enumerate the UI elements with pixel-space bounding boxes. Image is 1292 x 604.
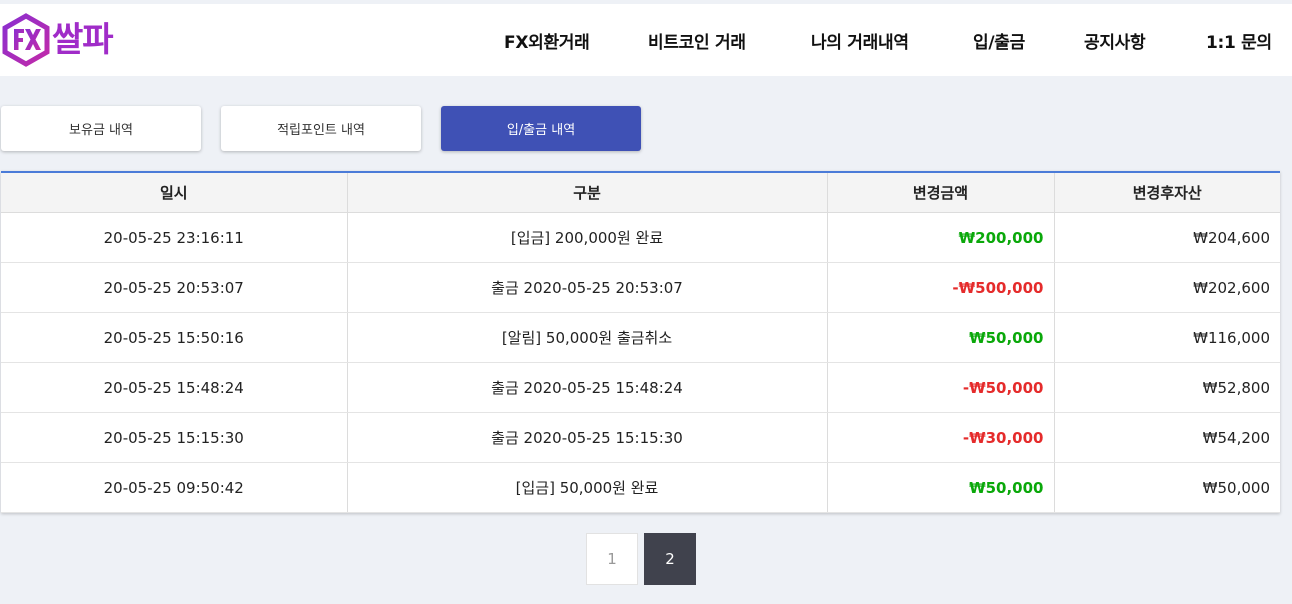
cell-balance: ₩54,200 bbox=[1054, 412, 1280, 463]
table-row: 20-05-25 15:15:30 출금 2020-05-25 15:15:30… bbox=[1, 412, 1280, 463]
cell-type: 출금 2020-05-25 20:53:07 bbox=[347, 262, 828, 313]
cell-date: 20-05-25 23:16:11 bbox=[1, 212, 348, 263]
cell-change: -₩500,000 bbox=[827, 262, 1055, 313]
tab-points[interactable]: 적립포인트 내역 bbox=[221, 106, 421, 151]
cell-balance: ₩202,600 bbox=[1054, 262, 1280, 313]
header-date: 일시 bbox=[1, 173, 348, 213]
table-row: 20-05-25 20:53:07 출금 2020-05-25 20:53:07… bbox=[1, 262, 1280, 313]
tab-holdings[interactable]: 보유금 내역 bbox=[1, 106, 201, 151]
cell-type: [알림] 50,000원 출금취소 bbox=[347, 312, 828, 363]
cell-date: 20-05-25 09:50:42 bbox=[1, 462, 348, 513]
cell-change: ₩50,000 bbox=[827, 462, 1055, 513]
header-change: 변경금액 bbox=[827, 173, 1055, 213]
table-row: 20-05-25 09:50:42 [입금] 50,000원 완료 ₩50,00… bbox=[1, 462, 1280, 513]
cell-date: 20-05-25 15:50:16 bbox=[1, 312, 348, 363]
nav-item-notice[interactable]: 공지사항 bbox=[1084, 28, 1146, 53]
table-row: 20-05-25 15:50:16 [알림] 50,000원 출금취소 ₩50,… bbox=[1, 312, 1280, 363]
site-header: 쌀파 FX외환거래 비트코인 거래 나의 거래내역 입/출금 공지사항 1:1 … bbox=[0, 4, 1292, 76]
cell-balance: ₩50,000 bbox=[1054, 462, 1280, 513]
fx-hexagon-logo-icon bbox=[2, 13, 50, 67]
nav-item-inquiry[interactable]: 1:1 문의 bbox=[1206, 28, 1272, 53]
cell-date: 20-05-25 15:48:24 bbox=[1, 362, 348, 413]
table-row: 20-05-25 15:48:24 출금 2020-05-25 15:48:24… bbox=[1, 362, 1280, 413]
header-type: 구분 bbox=[347, 173, 828, 213]
cell-change: ₩50,000 bbox=[827, 312, 1055, 363]
page-button-2[interactable]: 2 bbox=[644, 533, 696, 585]
cell-type: [입금] 50,000원 완료 bbox=[347, 462, 828, 513]
header-balance: 변경후자산 bbox=[1054, 173, 1280, 213]
cell-date: 20-05-25 20:53:07 bbox=[1, 262, 348, 313]
cell-type: 출금 2020-05-25 15:48:24 bbox=[347, 362, 828, 413]
cell-change: -₩50,000 bbox=[827, 362, 1055, 413]
nav-item-fx[interactable]: FX외환거래 bbox=[504, 28, 590, 53]
logo-text: 쌀파 bbox=[52, 20, 114, 60]
nav-item-bitcoin[interactable]: 비트코인 거래 bbox=[648, 28, 746, 53]
transactions-table: 일시 구분 변경금액 변경후자산 20-05-25 23:16:11 [입금] … bbox=[1, 171, 1280, 513]
page-button-1[interactable]: 1 bbox=[586, 533, 638, 585]
tab-deposit-withdraw[interactable]: 입/출금 내역 bbox=[441, 106, 641, 151]
cell-balance: ₩52,800 bbox=[1054, 362, 1280, 413]
cell-change: ₩200,000 bbox=[827, 212, 1055, 263]
cell-change: -₩30,000 bbox=[827, 412, 1055, 463]
cell-balance: ₩116,000 bbox=[1054, 312, 1280, 363]
nav-item-deposit[interactable]: 입/출금 bbox=[973, 28, 1025, 53]
nav-item-history[interactable]: 나의 거래내역 bbox=[811, 28, 909, 53]
logo[interactable]: 쌀파 bbox=[2, 13, 114, 67]
cell-date: 20-05-25 15:15:30 bbox=[1, 412, 348, 463]
table-row: 20-05-25 23:16:11 [입금] 200,000원 완료 ₩200,… bbox=[1, 212, 1280, 263]
cell-type: [입금] 200,000원 완료 bbox=[347, 212, 828, 263]
cell-balance: ₩204,600 bbox=[1054, 212, 1280, 263]
cell-type: 출금 2020-05-25 15:15:30 bbox=[347, 412, 828, 463]
table-header-row: 일시 구분 변경금액 변경후자산 bbox=[1, 173, 1280, 213]
